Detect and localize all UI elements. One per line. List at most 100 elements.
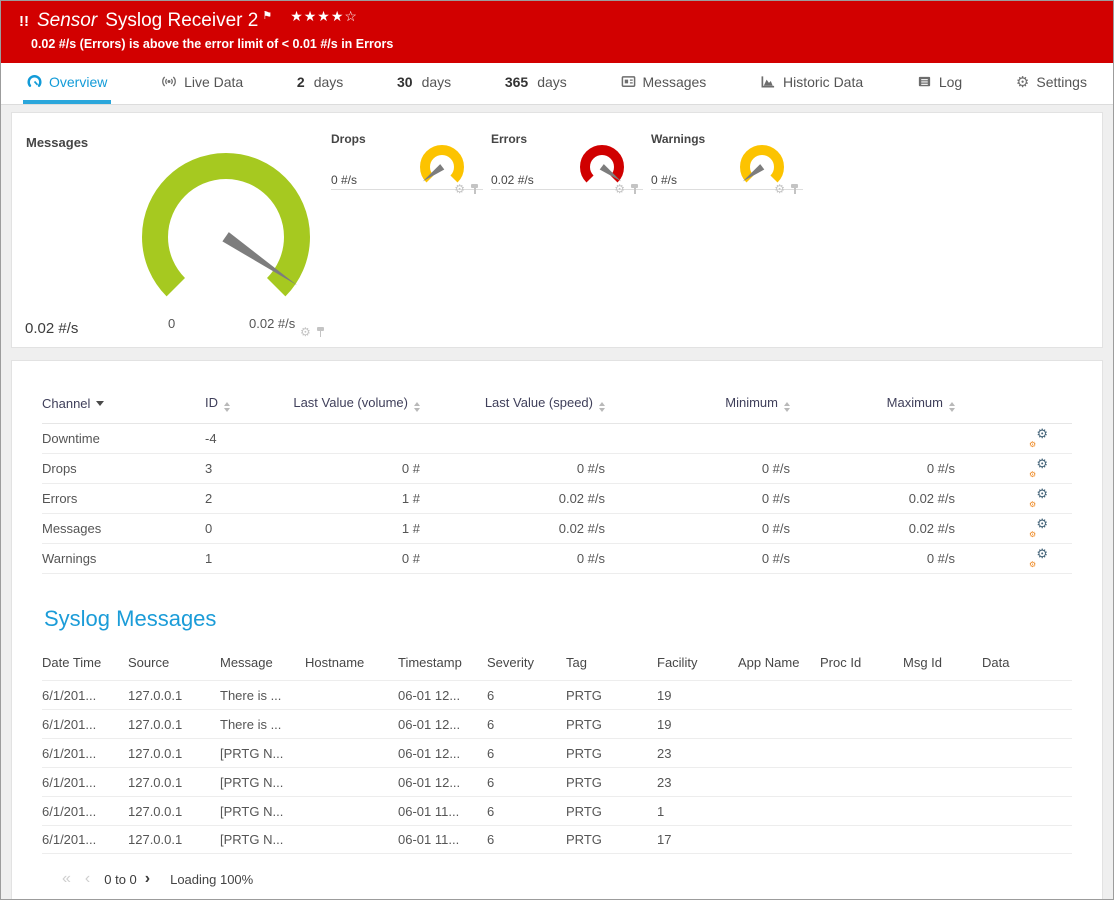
tab-bar: Overview Live Data 2 days 30 days 365 da… (1, 63, 1113, 105)
sort-desc-icon (96, 401, 104, 406)
gauge-icon (27, 74, 42, 89)
page-range: 0 to 0 (104, 872, 137, 887)
channel-row-errors[interactable]: Errors21 #0.02 #/s0 #/s0.02 #/s ⚙⚙ (42, 484, 1072, 514)
gauge-actions: ⚙ (300, 325, 325, 339)
sort-icon (949, 402, 955, 412)
channel-settings-icon[interactable]: ⚙⚙ (1029, 459, 1048, 476)
channel-settings-icon[interactable]: ⚙⚙ (1029, 519, 1048, 536)
message-board-icon (621, 74, 636, 89)
log-list-icon (917, 74, 932, 89)
col-header-last-value-speed[interactable]: Last Value (speed) (420, 395, 605, 412)
col-tag: Tag (566, 655, 657, 670)
pagination: « ‹ 0 to 0 › Loading 100% (42, 862, 1072, 900)
gauge-actions: ⚙ (454, 182, 479, 196)
tab-overview[interactable]: Overview (23, 63, 111, 104)
gauge-value: 0 #/s (651, 173, 677, 187)
col-hostname: Hostname (305, 655, 398, 670)
tab-365-days[interactable]: 365 days (501, 63, 571, 104)
col-source: Source (128, 655, 220, 670)
stars-filled[interactable]: ★★★★ (290, 8, 344, 24)
tab-label: days (537, 74, 567, 90)
channel-row-warnings[interactable]: Warnings10 #0 #/s0 #/s0 #/s ⚙⚙ (42, 544, 1072, 574)
gear-icon[interactable]: ⚙ (614, 182, 625, 196)
syslog-row: 6/1/201...127.0.0.1There is ...06-01 12.… (42, 680, 1072, 709)
col-data: Data (982, 655, 1072, 670)
tab-number: 2 (297, 74, 305, 90)
col-header-last-value-volume[interactable]: Last Value (volume) (280, 395, 420, 412)
chart-icon (760, 74, 776, 89)
tab-label: Settings (1036, 74, 1087, 90)
main-gauge-label: Messages (26, 135, 88, 150)
col-severity: Severity (487, 655, 566, 670)
col-header-maximum[interactable]: Maximum (790, 395, 955, 412)
col-app-name: App Name (738, 655, 820, 670)
previous-page-icon[interactable]: ‹ (85, 870, 90, 888)
gauges-panel: Messages 0 0.02 #/s 0.02 #/s ⚙ Drops 0 #… (11, 112, 1103, 348)
gauge-label: Drops (331, 132, 366, 146)
next-page-icon[interactable]: › (145, 870, 150, 888)
tab-live-data[interactable]: Live Data (157, 63, 247, 104)
gear-icon[interactable]: ⚙ (774, 182, 785, 196)
gear-icon[interactable]: ⚙ (300, 325, 311, 339)
gauge-min-label: 0 (168, 316, 175, 331)
col-header-channel[interactable]: Channel (42, 396, 205, 411)
tab-label: Messages (643, 74, 707, 90)
col-facility: Facility (657, 655, 738, 670)
priority-flag-icon[interactable]: ⚑ (262, 9, 272, 22)
col-header-id[interactable]: ID (205, 395, 280, 412)
tab-label: Historic Data (783, 74, 863, 90)
gear-icon: ⚙ (1016, 73, 1029, 91)
gauge-value: 0.02 #/s (491, 173, 534, 187)
syslog-row: 6/1/201...127.0.0.1[PRTG N...06-01 12...… (42, 738, 1072, 767)
tab-historic-data[interactable]: Historic Data (756, 63, 867, 104)
syslog-row: 6/1/201...127.0.0.1[PRTG N...06-01 12...… (42, 767, 1072, 796)
channel-settings-icon[interactable]: ⚙⚙ (1029, 429, 1048, 446)
col-timestamp: Timestamp (398, 655, 487, 670)
error-status-message: 0.02 #/s (Errors) is above the error lim… (19, 32, 1113, 51)
gauge-label: Errors (491, 132, 527, 146)
gauge-warnings: Warnings 0 #/s ⚙ (651, 132, 803, 190)
channel-settings-icon[interactable]: ⚙⚙ (1029, 489, 1048, 506)
col-date-time: Date Time (42, 655, 128, 670)
messages-gauge (137, 146, 315, 324)
gauge-actions: ⚙ (614, 182, 639, 196)
alert-banner: !! Sensor Syslog Receiver 2 ⚑ ★★★★☆ 0.02… (1, 1, 1113, 63)
gear-icon[interactable]: ⚙ (454, 182, 465, 196)
page-title: Syslog Receiver 2 (105, 10, 258, 32)
gauge-label: Warnings (651, 132, 705, 146)
tab-label: Log (939, 74, 962, 90)
pin-icon[interactable] (790, 184, 799, 195)
sensor-kind-label: Sensor (37, 10, 97, 32)
channel-row-downtime[interactable]: Downtime-4 ⚙⚙ (42, 424, 1072, 454)
tab-label: Overview (49, 74, 107, 90)
alert-icon: !! (19, 13, 29, 30)
channel-row-messages[interactable]: Messages01 #0.02 #/s0 #/s0.02 #/s ⚙⚙ (42, 514, 1072, 544)
tab-label: days (314, 74, 344, 90)
syslog-table-header: Date Time Source Message Hostname Timest… (42, 646, 1072, 680)
tab-log[interactable]: Log (913, 63, 966, 104)
tab-30-days[interactable]: 30 days (393, 63, 455, 104)
star-empty[interactable]: ☆ (344, 8, 358, 24)
tab-2-days[interactable]: 2 days (293, 63, 347, 104)
pin-icon[interactable] (630, 184, 639, 195)
col-header-minimum[interactable]: Minimum (605, 395, 790, 412)
tab-settings[interactable]: ⚙ Settings (1012, 63, 1091, 104)
col-proc-id: Proc Id (820, 655, 903, 670)
broadcast-icon (161, 74, 177, 89)
priority-stars[interactable]: ★★★★☆ (290, 8, 358, 25)
pin-icon[interactable] (316, 327, 325, 338)
gauge-actions: ⚙ (774, 182, 799, 196)
syslog-table: Date Time Source Message Hostname Timest… (42, 646, 1072, 854)
gauge-drops: Drops 0 #/s ⚙ (331, 132, 483, 190)
tab-label: days (422, 74, 452, 90)
pin-icon[interactable] (470, 184, 479, 195)
data-panel: Channel ID Last Value (volume) Last Valu… (11, 360, 1103, 900)
tab-messages[interactable]: Messages (617, 63, 711, 104)
syslog-row: 6/1/201...127.0.0.1There is ...06-01 12.… (42, 709, 1072, 738)
gauge-value: 0 #/s (331, 173, 357, 187)
channel-settings-icon[interactable]: ⚙⚙ (1029, 549, 1048, 566)
syslog-row: 6/1/201...127.0.0.1[PRTG N...06-01 11...… (42, 796, 1072, 825)
channel-row-drops[interactable]: Drops30 #0 #/s0 #/s0 #/s ⚙⚙ (42, 454, 1072, 484)
first-page-icon[interactable]: « (62, 870, 71, 888)
gauge-max-label: 0.02 #/s (249, 316, 295, 331)
